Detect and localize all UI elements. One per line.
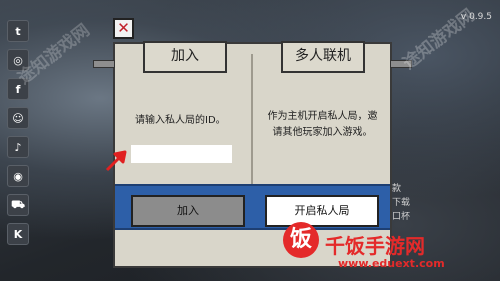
brand-name: 千饭手游网 bbox=[325, 234, 425, 258]
right-menu: 款 下载 口杯 bbox=[392, 182, 410, 224]
right-menu-item[interactable]: 款 bbox=[392, 182, 410, 196]
red-arrow-icon bbox=[105, 150, 127, 172]
brand-logo-icon: 饭 bbox=[283, 222, 319, 258]
brand-url: www.eduext.com bbox=[338, 257, 445, 270]
weibo-icon[interactable]: ◉ bbox=[7, 165, 29, 187]
host-description: 作为主机开启私人局，邀请其他玩家加入游戏。 bbox=[267, 111, 378, 138]
private-id-input[interactable] bbox=[131, 145, 232, 163]
tab-multiplayer[interactable]: 多人联机 bbox=[281, 41, 365, 73]
right-menu-item[interactable]: 下载 bbox=[392, 196, 410, 210]
k-icon[interactable]: K bbox=[7, 223, 29, 245]
join-prompt: 请输入私人局的ID。 bbox=[135, 115, 226, 126]
book-spine bbox=[251, 54, 253, 199]
social-sidebar: t ◎ f ☺ ♪ ◉ ⛟ K bbox=[4, 20, 30, 252]
open-private-room-button[interactable]: 开启私人局 bbox=[265, 195, 379, 227]
close-button[interactable]: ✕ bbox=[113, 18, 134, 39]
pipe-left bbox=[93, 60, 115, 68]
right-menu-item[interactable]: 口杯 bbox=[392, 210, 410, 224]
discord-icon[interactable]: ☺ bbox=[7, 107, 29, 129]
twitter-icon[interactable]: t bbox=[7, 20, 29, 42]
tab-join[interactable]: 加入 bbox=[143, 41, 227, 73]
cart-icon[interactable]: ⛟ bbox=[7, 194, 29, 216]
join-button[interactable]: 加入 bbox=[131, 195, 245, 227]
tiktok-icon[interactable]: ♪ bbox=[7, 136, 29, 158]
